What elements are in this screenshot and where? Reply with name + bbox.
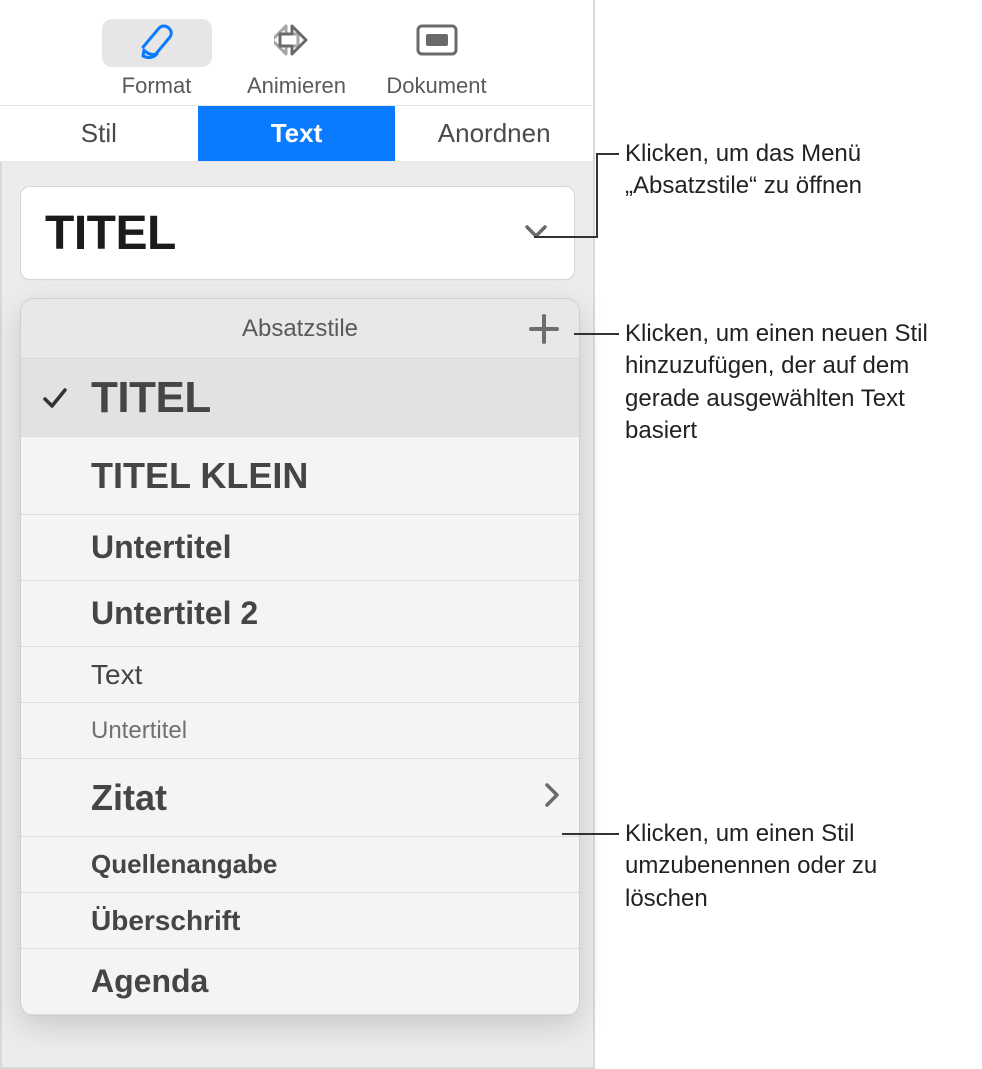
popover-title: Absatzstile (242, 315, 358, 343)
style-row[interactable]: Text (21, 647, 579, 703)
popover-header: Absatzstile (21, 299, 579, 359)
style-label: TITEL KLEIN (91, 455, 561, 497)
animate-label: Animieren (247, 73, 346, 99)
style-label: Quellenangabe (91, 849, 561, 880)
subtab-arrange-label: Anordnen (438, 118, 551, 149)
subtab-style[interactable]: Stil (0, 106, 198, 161)
document-tab[interactable]: Dokument (372, 19, 502, 99)
inspector-panel: Format Animieren (0, 0, 595, 1069)
style-label: Überschrift (91, 905, 561, 937)
style-label: TITEL (91, 373, 561, 423)
style-list: TITEL TITEL KLEIN Untertitel Untertitel 2 Te… (21, 359, 579, 1015)
paragraph-styles-popover: Absatzstile TITEL TITEL KLEIN Untertitel Un… (20, 298, 580, 1016)
style-label: Untertitel (91, 529, 561, 566)
animate-tab[interactable]: Animieren (232, 19, 362, 99)
callout-add-style: Klicken, um einen neuen Stil hinzuzufüge… (625, 318, 975, 448)
chevron-down-icon (522, 217, 550, 250)
subtab-text[interactable]: Text (198, 106, 396, 161)
style-row[interactable]: TITEL KLEIN (21, 437, 579, 515)
style-row[interactable]: Untertitel 2 (21, 581, 579, 647)
style-label: Untertitel (91, 717, 561, 745)
subtab-arrange[interactable]: Anordnen (395, 106, 593, 161)
checkmark-slot (41, 384, 91, 412)
chevron-right-icon[interactable] (543, 781, 561, 814)
style-row[interactable]: TITEL (21, 359, 579, 437)
subtab-style-label: Stil (81, 118, 117, 149)
paragraph-style-selector[interactable]: TITEL (20, 186, 575, 280)
animate-icon (274, 20, 320, 65)
style-row[interactable]: Quellenangabe (21, 837, 579, 893)
style-row[interactable]: Untertitel (21, 703, 579, 759)
style-row[interactable]: Überschrift (21, 893, 579, 949)
style-label: Zitat (91, 777, 543, 819)
style-row[interactable]: Agenda (21, 949, 579, 1015)
callout-open-menu: Klicken, um das Menü „Absatzstile“ zu öf… (625, 138, 955, 203)
subtab-text-label: Text (271, 118, 323, 149)
document-icon (414, 22, 460, 63)
style-row[interactable]: Zitat (21, 759, 579, 837)
format-tab[interactable]: Format (92, 19, 222, 99)
format-icon (137, 20, 177, 65)
checkmark-icon (41, 384, 69, 412)
style-label: Text (91, 659, 561, 691)
format-label: Format (122, 73, 192, 99)
document-label: Dokument (386, 73, 486, 99)
current-style-label: TITEL (45, 206, 176, 261)
callout-rename-delete: Klicken, um einen Stil umzubenennen oder… (625, 818, 945, 915)
style-label: Agenda (91, 963, 561, 1000)
subtabs: Stil Text Anordnen (0, 106, 593, 162)
style-row[interactable]: Untertitel (21, 515, 579, 581)
toolbar: Format Animieren (0, 0, 593, 106)
add-style-button[interactable] (527, 312, 561, 346)
style-label: Untertitel 2 (91, 595, 561, 632)
